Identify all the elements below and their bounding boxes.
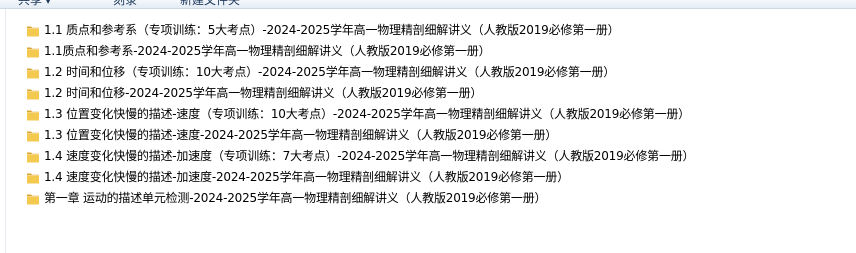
explorer-window: 共享 ▼ 刻录 新建文件夹 1.1 质点和参考系（专项训练：5大考点）-2024-… [0, 0, 856, 253]
folder-icon [26, 171, 40, 185]
folder-icon [26, 150, 40, 164]
folder-icon [26, 24, 40, 38]
file-name: 第一章 运动的描述单元检测-2024-2025学年高一物理精剖细解讲义（人教版2… [44, 191, 547, 205]
file-name: 1.2 时间和位移-2024-2025学年高一物理精剖细解讲义（人教版2019必… [44, 86, 483, 100]
folder-icon [26, 129, 40, 143]
file-row[interactable]: 1.4 速度变化快慢的描述-加速度（专项训练：7大考点）-2024-2025学年… [24, 146, 844, 167]
file-row[interactable]: 1.1 质点和参考系（专项训练：5大考点）-2024-2025学年高一物理精剖细… [24, 20, 844, 41]
file-row[interactable]: 1.3 位置变化快慢的描述-速度（专项训练：10大考点）-2024-2025学年… [24, 104, 844, 125]
file-name: 1.3 位置变化快慢的描述-速度-2024-2025学年高一物理精剖细解讲义（人… [44, 128, 558, 142]
share-label: 共享 [18, 0, 43, 7]
chevron-down-icon: ▼ [45, 0, 52, 5]
file-row[interactable]: 1.3 位置变化快慢的描述-速度-2024-2025学年高一物理精剖细解讲义（人… [24, 125, 844, 146]
burn-button[interactable]: 刻录 [113, 0, 137, 8]
navigation-pane-edge [0, 9, 12, 253]
file-row[interactable]: 1.1质点和参考系-2024-2025学年高一物理精剖细解讲义（人教版2019必… [24, 41, 844, 62]
folder-icon [26, 87, 40, 101]
file-row[interactable]: 1.2 时间和位移-2024-2025学年高一物理精剖细解讲义（人教版2019必… [24, 83, 844, 104]
file-name: 1.1质点和参考系-2024-2025学年高一物理精剖细解讲义（人教版2019必… [44, 44, 491, 58]
folder-icon [26, 66, 40, 80]
share-menu-button[interactable]: 共享 ▼ [18, 0, 51, 8]
file-name: 1.2 时间和位移（专项训练：10大考点）-2024-2025学年高一物理精剖细… [44, 65, 616, 79]
folder-icon [26, 108, 40, 122]
command-bar: 共享 ▼ 刻录 新建文件夹 [0, 0, 856, 9]
new-folder-button[interactable]: 新建文件夹 [180, 0, 240, 8]
file-row[interactable]: 1.2 时间和位移（专项训练：10大考点）-2024-2025学年高一物理精剖细… [24, 62, 844, 83]
file-row[interactable]: 1.4 速度变化快慢的描述-加速度-2024-2025学年高一物理精剖细解讲义（… [24, 167, 844, 188]
file-name: 1.4 速度变化快慢的描述-加速度（专项训练：7大考点）-2024-2025学年… [44, 149, 695, 163]
file-list: 1.1 质点和参考系（专项训练：5大考点）-2024-2025学年高一物理精剖细… [24, 20, 844, 209]
folder-icon [26, 45, 40, 59]
folder-icon [26, 192, 40, 206]
file-name: 1.1 质点和参考系（专项训练：5大考点）-2024-2025学年高一物理精剖细… [44, 23, 620, 37]
pane-divider[interactable] [5, 9, 6, 253]
file-name: 1.3 位置变化快慢的描述-速度（专项训练：10大考点）-2024-2025学年… [44, 107, 690, 121]
file-name: 1.4 速度变化快慢的描述-加速度-2024-2025学年高一物理精剖细解讲义（… [44, 170, 569, 184]
file-row[interactable]: 第一章 运动的描述单元检测-2024-2025学年高一物理精剖细解讲义（人教版2… [24, 188, 844, 209]
